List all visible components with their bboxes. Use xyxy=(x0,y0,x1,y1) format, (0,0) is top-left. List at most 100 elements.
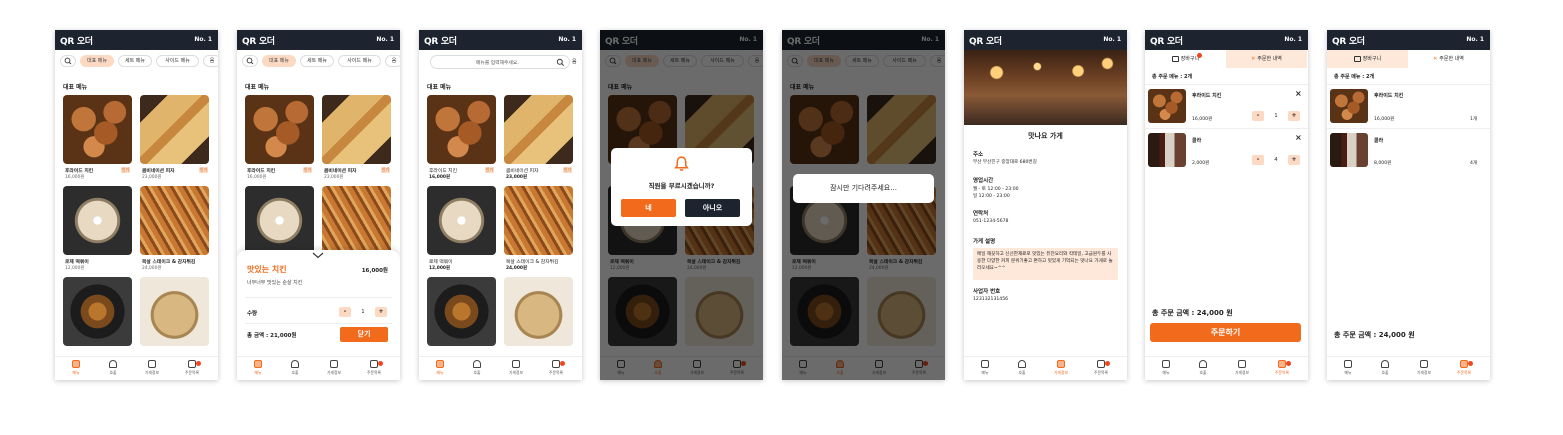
nav-menu[interactable]: 메뉴 xyxy=(243,360,273,376)
history-item-image xyxy=(1330,133,1368,167)
store-icon xyxy=(330,360,338,368)
menu-item-image[interactable] xyxy=(63,95,132,164)
nav-order-list[interactable]: 주문목록 xyxy=(541,360,571,376)
menu-item-price: 12,000원 xyxy=(65,266,85,271)
quantity-decrease-button[interactable]: - xyxy=(1252,111,1264,121)
category-tab-signature[interactable]: 대표 메뉴 xyxy=(262,55,296,67)
nav-order-list[interactable]: 주문목록 xyxy=(359,360,389,376)
nav-order-list[interactable]: 주문목록 xyxy=(1449,360,1479,376)
remove-item-button[interactable]: × xyxy=(1295,89,1302,98)
search-icon[interactable] xyxy=(556,58,565,67)
category-tab-set[interactable]: 세트 메뉴 xyxy=(300,55,334,67)
tab-order-history[interactable]: ✕ 주문한 내역 xyxy=(1226,50,1307,68)
menu-item-image[interactable] xyxy=(504,95,573,164)
menu-item-image[interactable] xyxy=(63,186,132,255)
nav-store-info[interactable]: 가게정보 xyxy=(319,360,349,376)
chevron-down-icon[interactable] xyxy=(312,252,324,259)
total-price: 총 금액 : 21,000원 xyxy=(247,333,297,339)
nav-label: 메뉴 xyxy=(1344,370,1352,375)
description-value: 매일 깨끗하고 신선한재료로 맛있는 퓨전요리와 칵테일, 고급원두를 사용한 … xyxy=(973,248,1118,280)
nav-label: 주문목록 xyxy=(1275,370,1289,375)
nav-menu[interactable]: 메뉴 xyxy=(61,360,91,376)
search-input[interactable]: 메뉴를 입력해주세요. xyxy=(430,55,570,69)
app-header: QR 오더 No. 1 xyxy=(237,30,400,50)
category-tab-set[interactable]: 세트 메뉴 xyxy=(118,55,152,67)
history-item-price: 8,000원 xyxy=(1374,161,1392,166)
nav-order-list[interactable]: 주문목록 xyxy=(177,360,207,376)
menu-item-image[interactable] xyxy=(504,186,573,255)
menu-item-image[interactable] xyxy=(504,277,573,346)
tab-cart[interactable]: 장바구니 xyxy=(1145,50,1226,68)
nav-call[interactable]: 호출 xyxy=(1188,360,1218,376)
category-tab-drink[interactable]: 음 xyxy=(385,55,400,67)
divider xyxy=(1145,84,1308,85)
nav-call[interactable]: 호출 xyxy=(280,360,310,376)
table-number: No. 1 xyxy=(1284,36,1302,43)
tab-order-history[interactable]: ✕ 주문한 내역 xyxy=(1408,50,1489,68)
bell-icon xyxy=(674,156,689,171)
menu-item-image[interactable] xyxy=(63,277,132,346)
menu-item-image[interactable] xyxy=(245,95,314,164)
nav-order-list[interactable]: 주문목록 xyxy=(1086,360,1116,376)
menu-item-price: 16,000원 xyxy=(247,175,267,180)
cart-summary: 총 주문 메뉴 : 2개 xyxy=(1152,74,1193,80)
category-tab-side[interactable]: 사이드 메뉴 xyxy=(156,55,199,67)
nav-label: 호출 xyxy=(1018,370,1026,375)
quantity-decrease-button[interactable]: - xyxy=(339,307,351,317)
nav-order-list[interactable]: 주문목록 xyxy=(1267,360,1297,376)
quantity-increase-button[interactable]: + xyxy=(375,307,387,317)
menu-item-image[interactable] xyxy=(322,95,391,164)
nav-store-info[interactable]: 가게정보 xyxy=(1227,360,1257,376)
bell-icon xyxy=(473,360,481,368)
nav-store-info[interactable]: 가게정보 xyxy=(501,360,531,376)
nav-call[interactable]: 호출 xyxy=(1007,360,1037,376)
menu-item-price: 24,000원 xyxy=(506,266,527,271)
app-header: QR 오더 No. 1 xyxy=(419,30,582,50)
remove-item-button[interactable]: × xyxy=(1295,133,1302,142)
nav-label: 호출 xyxy=(291,370,299,375)
search-button[interactable] xyxy=(242,55,258,67)
quantity-decrease-button[interactable]: - xyxy=(1252,155,1264,165)
bell-icon xyxy=(109,360,117,368)
section-title: 대표 메뉴 xyxy=(63,84,88,91)
place-order-button[interactable]: 주문하기 xyxy=(1150,323,1301,342)
category-tab-signature[interactable]: 대표 메뉴 xyxy=(80,55,114,67)
menu-item-image[interactable] xyxy=(427,95,496,164)
close-button[interactable]: 닫기 xyxy=(340,327,388,342)
hours-weekday: 월 - 토 12:00 - 23:00 xyxy=(973,187,1019,192)
cart-icon xyxy=(552,360,560,368)
menu-item-name: 콤비네이션 피자 xyxy=(142,169,175,174)
category-tab-side[interactable]: 사이드 메뉴 xyxy=(338,55,381,67)
menu-item-image[interactable] xyxy=(322,186,391,255)
menu-item-image[interactable] xyxy=(427,186,496,255)
menu-item-price: 23,000원 xyxy=(142,175,162,180)
menu-item-image[interactable] xyxy=(245,186,314,255)
tab-cart[interactable]: 장바구니 xyxy=(1327,50,1408,68)
nav-store-info[interactable]: 가게정보 xyxy=(1046,360,1076,376)
screen-store-info: QR 오더 No. 1 맛나요 가게 주소 부산 부산진구 중앙대로 680번길… xyxy=(964,30,1127,380)
nav-call[interactable]: 호출 xyxy=(98,360,128,376)
category-tab-drink[interactable]: 음 xyxy=(572,58,577,65)
nav-menu[interactable]: 메뉴 xyxy=(1333,360,1363,376)
menu-item-image[interactable] xyxy=(140,186,209,255)
nav-call[interactable]: 호출 xyxy=(462,360,492,376)
nav-menu[interactable]: 메뉴 xyxy=(1151,360,1181,376)
nav-menu[interactable]: 메뉴 xyxy=(970,360,1000,376)
search-button[interactable] xyxy=(60,55,76,67)
category-tab-drink[interactable]: 음 xyxy=(203,55,218,67)
quantity-increase-button[interactable]: + xyxy=(1288,155,1300,165)
menu-item-image[interactable] xyxy=(427,277,496,346)
nav-store-info[interactable]: 가게정보 xyxy=(137,360,167,376)
nav-menu[interactable]: 메뉴 xyxy=(425,360,455,376)
quantity-increase-button[interactable]: + xyxy=(1288,111,1300,121)
menu-item-image[interactable] xyxy=(140,277,209,346)
confirm-yes-button[interactable]: 네 xyxy=(621,199,676,217)
confirm-no-button[interactable]: 아니오 xyxy=(685,199,740,217)
menu-item-name: 목살 스테이크 & 감자튀김 xyxy=(142,260,196,265)
store-icon xyxy=(1420,360,1428,368)
nav-store-info[interactable]: 가게정보 xyxy=(1409,360,1439,376)
category-bar: 대표 메뉴 세트 메뉴 사이드 메뉴 음 xyxy=(55,53,218,69)
menu-item-name: 콤비네이션 피자 xyxy=(506,169,539,174)
nav-call[interactable]: 호출 xyxy=(1370,360,1400,376)
menu-item-image[interactable] xyxy=(140,95,209,164)
